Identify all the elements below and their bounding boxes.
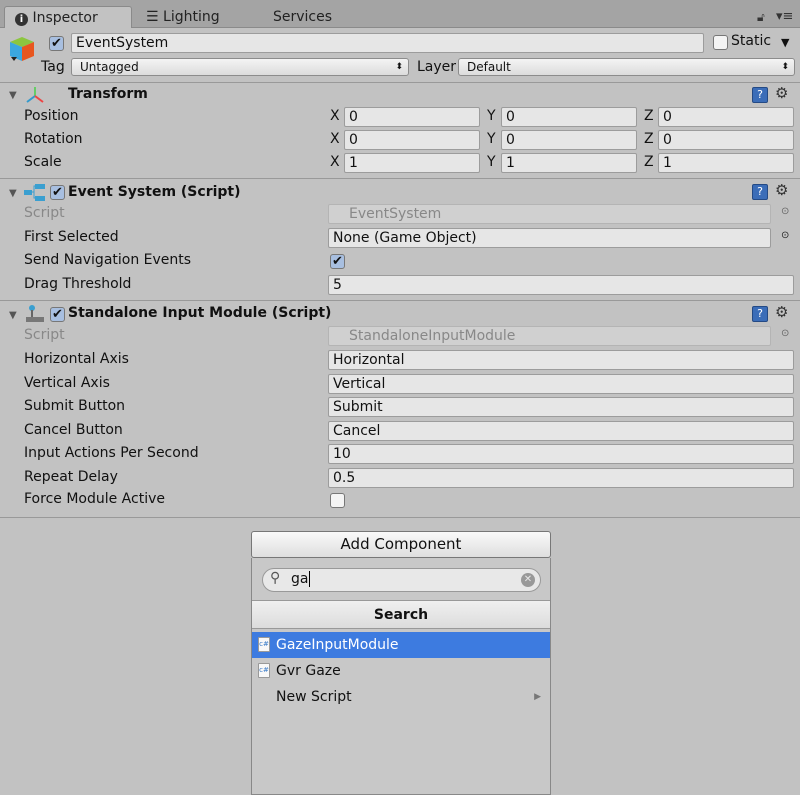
updown-icon: ⬍ xyxy=(781,62,789,72)
object-name-input[interactable]: EventSystem xyxy=(71,33,704,53)
axis-label: Y xyxy=(487,131,496,147)
help-icon[interactable]: ? xyxy=(752,184,768,200)
clear-search-icon[interactable]: ✕ xyxy=(521,573,535,587)
axis-label: X xyxy=(330,131,340,147)
rotation-z-field[interactable]: 0 xyxy=(658,130,794,150)
scale-x-field[interactable]: 1 xyxy=(344,153,480,173)
divider xyxy=(0,517,800,518)
send-nav-checkbox[interactable]: ✔ xyxy=(330,254,345,269)
drag-threshold-field[interactable]: 5 xyxy=(328,275,794,295)
standalone-title: Standalone Input Module (Script) xyxy=(68,305,332,321)
force-module-label: Force Module Active xyxy=(24,491,165,507)
first-selected-label: First Selected xyxy=(24,229,119,245)
search-icon: ⚲ xyxy=(270,570,281,586)
joystick-icon xyxy=(25,305,45,327)
add-component-button[interactable]: Add Component xyxy=(251,531,551,558)
event-system-title: Event System (Script) xyxy=(68,184,241,200)
gear-icon[interactable]: ⚙ xyxy=(775,181,788,199)
updown-icon: ⬍ xyxy=(395,62,403,72)
search-input[interactable]: ⚲ ga ✕ xyxy=(262,568,541,592)
submit-button-field[interactable]: Submit xyxy=(328,397,794,417)
layer-label: Layer xyxy=(417,59,457,75)
search-header: Search xyxy=(252,600,550,629)
scale-z-field[interactable]: 1 xyxy=(658,153,794,173)
horizontal-axis-field[interactable]: Horizontal xyxy=(328,350,794,370)
horizontal-axis-label: Horizontal Axis xyxy=(24,351,129,367)
script-label: Script xyxy=(24,205,65,221)
menu-item-new-script[interactable]: New Script ▶ xyxy=(252,684,550,710)
event-system-enabled-checkbox[interactable]: ✔ xyxy=(50,185,65,200)
csharp-script-icon: c# xyxy=(258,663,270,678)
script-field: EventSystem xyxy=(328,204,771,224)
axis-label: Y xyxy=(487,108,496,124)
position-z-field[interactable]: 0 xyxy=(658,107,794,127)
axis-label: Z xyxy=(644,108,654,124)
csharp-script-icon: c# xyxy=(258,637,270,652)
divider xyxy=(0,82,800,83)
foldout-arrow-icon[interactable]: ▼ xyxy=(9,310,17,321)
object-picker-icon[interactable]: ⊙ xyxy=(781,328,789,339)
position-label: Position xyxy=(24,108,79,124)
foldout-arrow-icon[interactable]: ▼ xyxy=(9,188,17,199)
transform-title: Transform xyxy=(68,86,148,102)
axis-label: X xyxy=(330,108,340,124)
divider xyxy=(0,300,800,301)
gear-icon[interactable]: ⚙ xyxy=(775,84,788,102)
rotation-x-field[interactable]: 0 xyxy=(344,130,480,150)
axis-label: Z xyxy=(644,131,654,147)
position-y-field[interactable]: 0 xyxy=(501,107,637,127)
active-checkbox[interactable]: ✔ xyxy=(49,36,64,51)
tab-inspector[interactable]: i Inspector xyxy=(4,6,132,28)
object-picker-icon[interactable]: ⊙ xyxy=(781,230,789,241)
gear-icon[interactable]: ⚙ xyxy=(775,303,788,321)
position-x-field[interactable]: 0 xyxy=(344,107,480,127)
submit-button-label: Submit Button xyxy=(24,398,126,414)
vertical-axis-label: Vertical Axis xyxy=(24,374,110,391)
scale-y-field[interactable]: 1 xyxy=(501,153,637,173)
repeat-delay-field[interactable]: 0.5 xyxy=(328,467,794,488)
layer-dropdown[interactable]: Default ⬍ xyxy=(458,58,795,76)
divider xyxy=(0,178,800,179)
first-selected-field[interactable]: None (Game Object) xyxy=(328,228,771,248)
axis-label: X xyxy=(330,154,340,170)
submenu-arrow-icon: ▶ xyxy=(534,692,541,702)
standalone-enabled-checkbox[interactable]: ✔ xyxy=(50,307,65,322)
script-label: Script xyxy=(24,327,65,343)
force-module-checkbox[interactable] xyxy=(330,493,345,508)
foldout-arrow-icon[interactable]: ▼ xyxy=(9,90,17,101)
static-label: Static xyxy=(731,33,772,49)
script-field: StandaloneInputModule xyxy=(328,326,771,346)
menu-icon[interactable]: ▾≡ xyxy=(776,9,793,24)
tag-dropdown[interactable]: Untagged ⬍ xyxy=(71,58,409,76)
help-icon[interactable]: ? xyxy=(752,87,768,103)
transform-axes-icon xyxy=(25,86,45,108)
tab-services[interactable]: Services xyxy=(273,6,332,28)
scale-label: Scale xyxy=(24,154,62,170)
cancel-button-label: Cancel Button xyxy=(24,421,123,438)
axis-label: Z xyxy=(644,154,654,170)
input-actions-per-second-label: Input Actions Per Second xyxy=(24,445,199,461)
lock-icon[interactable]: 🔓︎ xyxy=(757,10,765,25)
rotation-y-field[interactable]: 0 xyxy=(501,130,637,150)
repeat-delay-label: Repeat Delay xyxy=(24,468,118,485)
tab-lighting[interactable]: ☰ Lighting xyxy=(146,6,220,28)
static-checkbox[interactable] xyxy=(713,35,728,50)
info-icon: i xyxy=(15,13,28,26)
sliders-icon: ☰ xyxy=(146,9,159,25)
event-system-icon xyxy=(24,184,46,205)
tag-label: Tag xyxy=(41,59,65,75)
axis-label: Y xyxy=(487,154,496,170)
gameobject-cube-icon xyxy=(8,35,36,63)
vertical-axis-field[interactable]: Vertical xyxy=(328,373,794,394)
static-dropdown-icon[interactable]: ▼ xyxy=(781,36,789,49)
input-actions-per-second-field[interactable]: 10 xyxy=(328,444,794,464)
menu-item-gazeinputmodule[interactable]: c# GazeInputModule xyxy=(252,632,550,658)
drag-threshold-label: Drag Threshold xyxy=(24,276,132,292)
object-picker-icon[interactable]: ⊙ xyxy=(781,206,789,217)
cancel-button-field[interactable]: Cancel xyxy=(328,420,794,441)
help-icon[interactable]: ? xyxy=(752,306,768,322)
menu-item-gvr-gaze[interactable]: c# Gvr Gaze xyxy=(252,658,550,684)
rotation-label: Rotation xyxy=(24,131,83,147)
send-nav-label: Send Navigation Events xyxy=(24,252,192,268)
